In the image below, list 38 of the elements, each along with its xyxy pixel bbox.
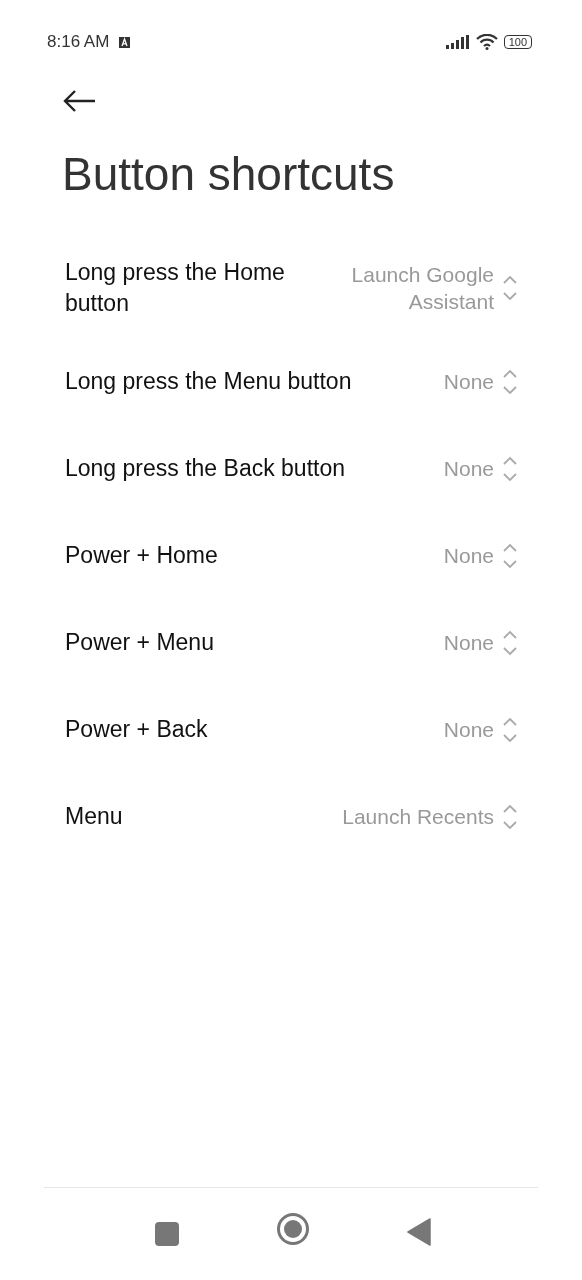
setting-label: Long press the Home button: [65, 258, 286, 318]
up-down-chevron-icon: [502, 454, 518, 483]
page-title: Button shortcuts: [62, 147, 396, 202]
wifi-icon: [475, 34, 498, 50]
home-button[interactable]: [276, 1212, 310, 1246]
setting-row[interactable]: Power + Home None: [0, 512, 582, 599]
setting-label: Power + Home: [65, 541, 219, 570]
setting-value: Launch Google Assistant: [350, 262, 494, 315]
up-down-chevron-icon: [502, 367, 518, 396]
setting-value: Launch Recents: [342, 804, 494, 830]
setting-value: None: [443, 456, 494, 482]
setting-label: Long press the Back button: [65, 454, 347, 483]
up-down-chevron-icon: [502, 628, 518, 657]
setting-label: Power + Back: [65, 715, 209, 744]
setting-value: None: [443, 369, 494, 395]
setting-label: Power + Menu: [65, 628, 215, 657]
back-button[interactable]: [63, 90, 97, 114]
status-time: 8:16 AM: [47, 32, 110, 52]
signal-icon: [445, 35, 470, 49]
up-down-chevron-icon: [502, 274, 518, 302]
notification-icon: [119, 36, 131, 48]
setting-row[interactable]: Long press the Home button Launch Google Assistant: [0, 238, 582, 338]
up-down-chevron-icon: [502, 802, 518, 831]
recents-button[interactable]: [155, 1222, 179, 1246]
setting-row[interactable]: Menu Launch Recents: [0, 773, 582, 860]
setting-value: None: [443, 717, 494, 743]
battery-indicator: 100: [503, 35, 532, 49]
setting-value: None: [443, 630, 494, 656]
setting-row[interactable]: Long press the Menu button None: [0, 338, 582, 425]
setting-value: None: [443, 543, 494, 569]
setting-row[interactable]: Long press the Back button None: [0, 425, 582, 512]
setting-label: Menu: [65, 802, 124, 831]
up-down-chevron-icon: [502, 541, 518, 570]
up-down-chevron-icon: [502, 715, 518, 744]
back-nav-button[interactable]: [407, 1218, 431, 1246]
setting-label: Long press the Menu button: [65, 367, 353, 396]
setting-row[interactable]: Power + Menu None: [0, 599, 582, 686]
setting-row[interactable]: Power + Back None: [0, 686, 582, 773]
